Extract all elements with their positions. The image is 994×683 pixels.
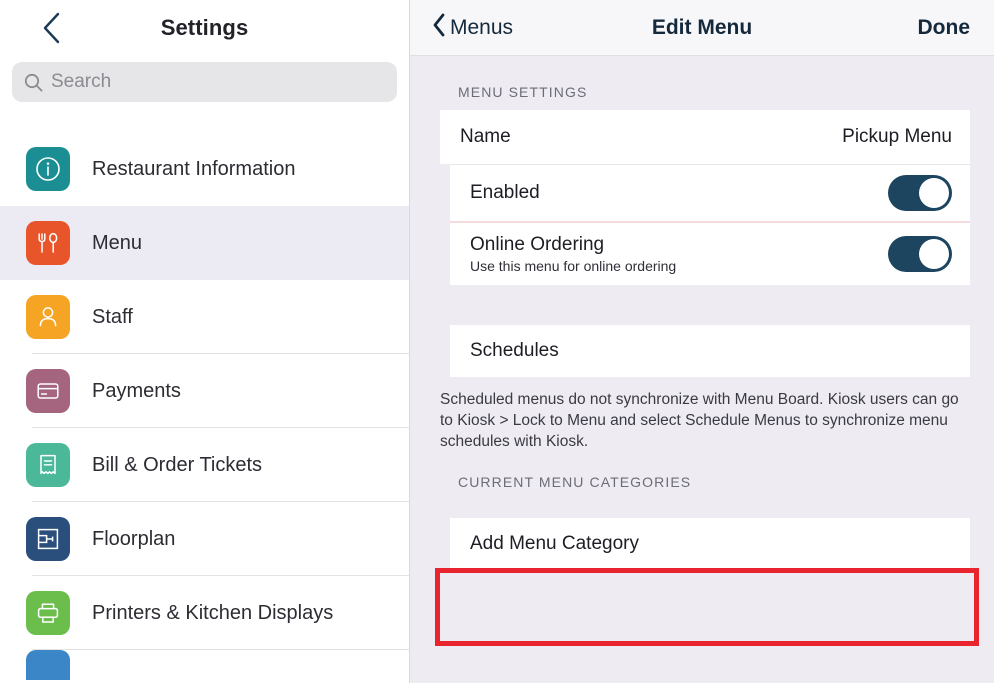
edit-menu-panel: Menus Edit Menu Done MENU SETTINGS Name … [410,0,994,683]
schedules-card: Schedules [450,325,970,377]
menus-back-label: Menus [450,15,514,39]
gap [410,500,994,518]
schedules-description: Scheduled menus do not synchronize with … [440,391,959,450]
sidebar-item-restaurant-information[interactable]: Restaurant Information [0,132,409,206]
app-root: Settings Search Restaurant Information M… [0,0,994,683]
sidebar-item-label: Menu [92,231,143,254]
sidebar-item-partial[interactable] [0,650,409,680]
sidebar-item-label: Payments [92,379,181,402]
menus-back-button[interactable]: Menus [432,13,513,42]
menu-settings-section-label: MENU SETTINGS [458,84,588,100]
sidebar-item-staff[interactable]: Staff [0,280,409,354]
fork-spoon-icon [26,221,70,265]
back-button[interactable] [28,5,74,51]
chevron-left-icon [432,13,446,42]
schedules-row[interactable]: Schedules [450,325,970,377]
sidebar-item-payments[interactable]: Payments [0,354,409,428]
highlight-annotation [435,568,979,646]
toggle-knob [919,178,949,208]
online-ordering-text: Online Ordering Use this menu for online… [470,234,676,274]
credit-card-icon [26,369,70,413]
printer-icon [26,591,70,635]
sidebar-item-printers-kitchen-displays[interactable]: Printers & Kitchen Displays [0,576,409,650]
schedules-label: Schedules [470,340,559,361]
search-icon [24,73,43,92]
toggles-card: Enabled Online Ordering Use this menu fo… [450,164,970,285]
panel-header: Menus Edit Menu Done [410,0,994,56]
online-ordering-toggle[interactable] [888,236,952,272]
settings-sidebar: Settings Search Restaurant Information M… [0,0,410,683]
name-card: Name Pickup Menu [440,110,970,164]
name-label: Name [460,126,511,147]
add-menu-category-card: Add Menu Category [450,518,970,570]
categories-section-label: CURRENT MENU CATEGORIES [458,474,692,490]
name-row[interactable]: Name Pickup Menu [440,110,970,164]
add-menu-category-button[interactable]: Add Menu Category [450,518,970,570]
sidebar-item-floorplan[interactable]: Floorplan [0,502,409,576]
panel-body: MENU SETTINGS Name Pickup Menu Enabled O… [410,56,994,646]
sidebar-item-label: Floorplan [92,527,176,550]
enabled-label: Enabled [470,182,540,203]
name-value: Pickup Menu [842,126,952,147]
sidebar-item-label: Restaurant Information [92,157,296,180]
enabled-row: Enabled [450,165,970,221]
divider [32,649,409,650]
app-icon [26,650,70,680]
person-icon [26,295,70,339]
online-ordering-sub: Use this menu for online ordering [470,258,677,274]
online-ordering-label: Online Ordering [470,234,605,255]
receipt-icon [26,443,70,487]
sidebar-item-label: Staff [92,305,133,328]
search-placeholder: Search [51,71,112,92]
enabled-toggle[interactable] [888,175,952,211]
sidebar-item-label: Printers & Kitchen Displays [92,601,334,624]
sidebar-item-bill-order-tickets[interactable]: Bill & Order Tickets [0,428,409,502]
sidebar-header: Settings [0,0,409,56]
toggle-knob [919,239,949,269]
done-button[interactable]: Done [918,16,971,40]
sidebar-item-label: Bill & Order Tickets [92,453,263,476]
online-ordering-row: Online Ordering Use this menu for online… [450,223,970,285]
floorplan-icon [26,517,70,561]
search-container: Search [0,62,409,102]
sidebar-list: Restaurant Information Menu Staff Paymen… [0,132,409,680]
info-circle-icon [26,147,70,191]
add-menu-category-label: Add Menu Category [470,533,639,554]
search-input[interactable]: Search [12,62,397,102]
sidebar-item-menu[interactable]: Menu [0,206,409,280]
chevron-left-icon [40,11,62,45]
